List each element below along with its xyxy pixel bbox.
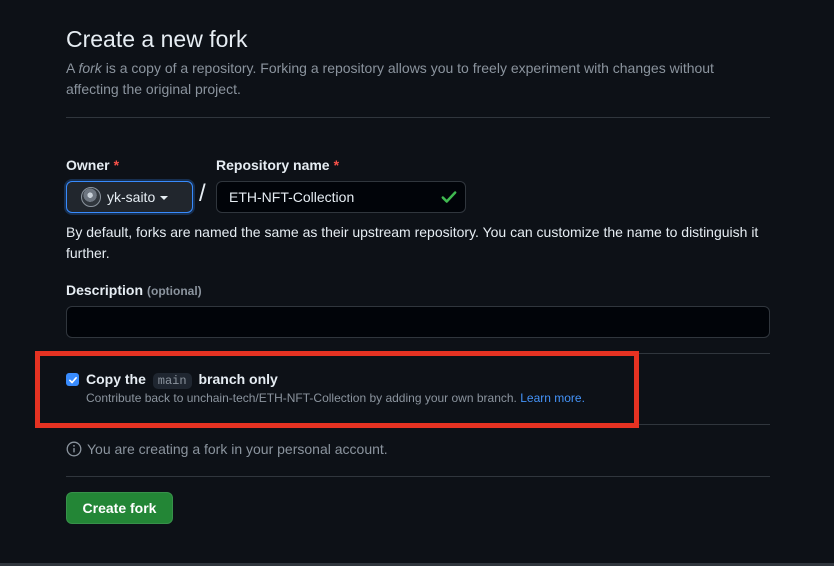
owner-name: yk-saito — [107, 189, 156, 205]
info-icon — [66, 441, 82, 457]
owner-label-text: Owner — [66, 157, 110, 173]
subtitle-emphasis: fork — [78, 60, 102, 76]
repository-label-text: Repository name — [216, 157, 330, 173]
repository-name-help: By default, forks are named the same as … — [66, 224, 759, 261]
required-mark: * — [333, 157, 340, 173]
page-title: Create a new fork — [66, 26, 248, 52]
caret-down-icon — [160, 196, 169, 200]
actions-divider — [66, 476, 770, 477]
avatar — [81, 187, 101, 207]
repository-name-input[interactable] — [216, 181, 466, 213]
optional-tag: (optional) — [147, 284, 202, 298]
create-fork-button[interactable]: Create fork — [66, 492, 173, 524]
subtitle-prefix: A — [66, 60, 79, 76]
owner-select-button[interactable]: yk-saito — [66, 181, 193, 213]
slash-separator: / — [199, 180, 206, 207]
subtitle-rest: is a copy of a repository. Forking a rep… — [66, 60, 714, 97]
fork-info-row: You are creating a fork in your personal… — [66, 441, 388, 457]
highlight-annotation-box — [35, 351, 639, 428]
repository-name-label: Repository name * — [216, 157, 339, 173]
required-mark: * — [113, 157, 120, 173]
header-divider — [66, 117, 770, 118]
fork-page: Create a new fork A fork is a copy of a … — [0, 0, 834, 566]
fork-info-text: You are creating a fork in your personal… — [87, 441, 388, 457]
page-subtitle: A fork is a copy of a repository. Forkin… — [66, 58, 766, 100]
description-label-text: Description — [66, 282, 144, 298]
description-label: Description (optional) — [66, 282, 202, 298]
check-icon — [441, 191, 457, 203]
description-input[interactable] — [66, 306, 770, 338]
owner-label: Owner * — [66, 157, 119, 173]
